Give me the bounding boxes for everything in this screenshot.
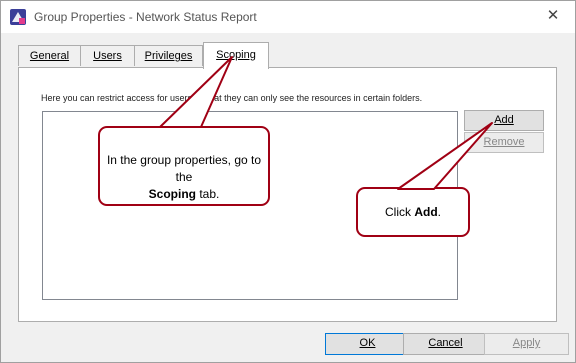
tab-general-label: General — [29, 50, 70, 62]
tab-users[interactable]: Users — [80, 45, 135, 66]
group-properties-dialog: Group Properties - Network Status Report… — [0, 0, 576, 363]
callout-scoping-text: In the group properties, go to the — [106, 153, 262, 184]
scoping-hint: Here you can restrict access for users s… — [41, 93, 423, 103]
ok-button[interactable]: OK — [325, 333, 410, 355]
app-icon — [10, 9, 26, 25]
tab-privileges[interactable]: Privileges — [134, 45, 203, 66]
add-button[interactable]: Add — [464, 110, 544, 131]
ok-button-label: OK — [359, 337, 376, 349]
callout-scoping-suffix: tab. — [199, 187, 220, 201]
title-bar: Group Properties - Network Status Report… — [1, 1, 575, 33]
tab-users-label: Users — [93, 50, 122, 62]
apply-button[interactable]: Apply — [484, 333, 569, 355]
tab-scoping-label: Scoping — [216, 49, 256, 61]
remove-button[interactable]: Remove — [464, 132, 544, 153]
add-button-label: Add — [494, 114, 514, 126]
callout-scoping-tab: In the group properties, go to the Scopi… — [98, 126, 270, 206]
window-title: Group Properties - Network Status Report — [34, 10, 257, 24]
tab-scoping[interactable]: Scoping — [203, 42, 269, 69]
cancel-button-label: Cancel — [428, 337, 463, 349]
callout-add-prefix: Click — [384, 205, 411, 219]
callout-click-add: Click Add. — [356, 187, 470, 237]
close-icon[interactable]: ✕ — [545, 8, 561, 24]
callout-scoping-bold: Scoping — [148, 187, 196, 201]
callout-add-bold: Add — [414, 205, 438, 219]
callout-add-suffix: . — [437, 205, 441, 219]
apply-button-label: Apply — [512, 337, 541, 349]
cancel-button[interactable]: Cancel — [403, 333, 488, 355]
tab-general[interactable]: General — [18, 45, 81, 66]
remove-button-label: Remove — [483, 136, 525, 148]
tab-privileges-label: Privileges — [144, 50, 193, 62]
